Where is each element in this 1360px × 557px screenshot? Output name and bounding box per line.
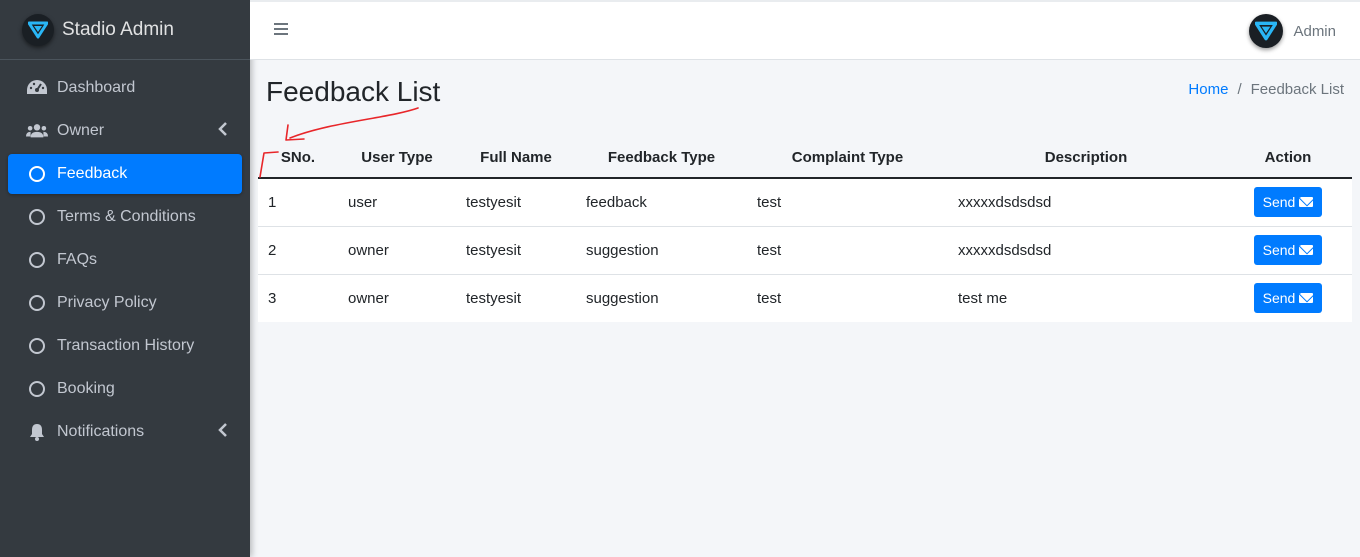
sidebar-item-notifications[interactable]: Notifications xyxy=(8,412,242,452)
breadcrumb: Home / Feedback List xyxy=(1188,81,1344,98)
send-button-label: Send xyxy=(1262,194,1296,211)
cell-sno: 3 xyxy=(258,273,338,322)
breadcrumb-current: Feedback List xyxy=(1250,81,1344,98)
send-button[interactable]: Send xyxy=(1253,283,1323,314)
circle-icon xyxy=(26,378,48,400)
cell-sno: 2 xyxy=(258,225,338,274)
cell-full-name: testyesit xyxy=(456,225,576,274)
user-name: Admin xyxy=(1293,22,1336,40)
send-button-label: Send xyxy=(1262,290,1296,307)
circle-icon xyxy=(26,163,48,185)
send-button[interactable]: Send xyxy=(1253,187,1323,218)
cell-sno: 1 xyxy=(268,193,277,211)
sidebar-item-transaction-history[interactable]: Transaction History xyxy=(8,326,242,366)
main-content: Feedback List Home / Feedback List SNo. … xyxy=(250,60,1360,557)
cell-description: xxxxxdsdsdsd xyxy=(958,193,1052,211)
sidebar-item-terms[interactable]: Terms & Conditions xyxy=(8,197,242,237)
breadcrumb-separator: / xyxy=(1237,81,1242,98)
cell-user-type: owner xyxy=(338,273,456,322)
column-header-user-type: User Type xyxy=(338,138,456,179)
page-title: Feedback List xyxy=(266,76,441,107)
breadcrumb-home-link[interactable]: Home xyxy=(1188,81,1228,98)
users-icon xyxy=(26,120,48,142)
sidebar-item-feedback[interactable]: Feedback xyxy=(8,154,242,194)
column-header-feedback-type: Feedback Type xyxy=(576,138,747,179)
sidebar-item-label: Terms & Conditions xyxy=(57,208,196,225)
cell-complaint-type: test xyxy=(747,273,948,322)
sidebar-item-label: Notifications xyxy=(57,423,145,440)
cell-user-type: owner xyxy=(338,225,456,274)
brand-name: Stadio Admin xyxy=(62,18,174,40)
sidebar-nav: Dashboard Owner Feedback Terms & Conditi… xyxy=(0,60,250,452)
cell-feedback-type: suggestion xyxy=(576,273,747,322)
user-menu[interactable]: Admin xyxy=(1249,14,1336,48)
column-header-complaint-type: Complaint Type xyxy=(747,138,948,179)
sidebar-item-label: Feedback xyxy=(57,165,128,182)
cell-description: test me xyxy=(948,273,1224,322)
sidebar-item-dashboard[interactable]: Dashboard xyxy=(8,68,242,108)
cell-action: Send xyxy=(1224,225,1352,274)
sidebar-item-label: Booking xyxy=(57,380,115,397)
envelope-icon xyxy=(1299,245,1314,255)
table-row: 3 owner testyesit suggestion test test m… xyxy=(258,273,1352,322)
menu-toggle-icon[interactable] xyxy=(274,22,288,36)
cell-description: xxxxxdsdsdsd xyxy=(948,225,1224,274)
sidebar-item-label: Privacy Policy xyxy=(57,294,157,311)
table-row: 1 user testyesit feedback test xxxxxdsds… xyxy=(258,178,1352,226)
envelope-icon xyxy=(1299,197,1314,208)
envelope-icon xyxy=(1299,293,1314,304)
cell-feedback-type: suggestion xyxy=(576,225,747,274)
cell-complaint-type: test xyxy=(747,225,948,274)
column-header-sno: SNo. xyxy=(258,138,338,179)
cell-complaint-type: test xyxy=(757,193,782,211)
cell-feedback-type: feedback xyxy=(586,193,647,211)
table-row: 2 owner testyesit suggestion test xxxxxd… xyxy=(258,225,1352,274)
sidebar-item-label: Transaction History xyxy=(57,337,195,354)
top-navbar: Admin xyxy=(250,0,1360,60)
cell-full-name: testyesit xyxy=(456,273,576,322)
stadio-logo-icon xyxy=(22,13,54,46)
cell-action: Send xyxy=(1224,178,1352,226)
column-header-description: Description xyxy=(948,138,1224,179)
circle-icon xyxy=(26,335,48,357)
sidebar-item-owner[interactable]: Owner xyxy=(8,111,242,151)
circle-icon xyxy=(26,206,48,228)
sidebar-item-label: FAQs xyxy=(57,251,98,268)
sidebar-item-label: Dashboard xyxy=(57,79,136,96)
cell-action: Send xyxy=(1224,273,1352,322)
feedback-table-container: SNo. User Type Full Name Feedback Type C… xyxy=(258,138,1352,322)
chevron-left-icon xyxy=(218,122,228,139)
feedback-table: SNo. User Type Full Name Feedback Type C… xyxy=(258,138,1352,322)
circle-icon xyxy=(26,292,48,314)
cell-full-name: testyesit xyxy=(466,193,522,211)
sidebar-item-label: Owner xyxy=(57,122,105,139)
table-header-row: SNo. User Type Full Name Feedback Type C… xyxy=(258,138,1352,179)
column-header-action: Action xyxy=(1224,138,1352,179)
chevron-left-icon xyxy=(218,423,228,440)
sidebar-item-privacy-policy[interactable]: Privacy Policy xyxy=(8,283,242,323)
tachometer-icon xyxy=(26,77,48,99)
cell-user-type: user xyxy=(348,193,378,211)
send-button[interactable]: Send xyxy=(1253,235,1323,265)
bell-icon xyxy=(26,421,48,443)
sidebar-item-faqs[interactable]: FAQs xyxy=(8,240,242,280)
circle-icon xyxy=(26,249,48,271)
avatar xyxy=(1249,14,1284,48)
send-button-label: Send xyxy=(1262,242,1296,258)
sidebar-item-booking[interactable]: Booking xyxy=(8,369,242,409)
sidebar: Stadio Admin Dashboard Owner Feedback Te… xyxy=(0,0,250,557)
brand-link[interactable]: Stadio Admin xyxy=(0,0,250,60)
column-header-full-name: Full Name xyxy=(456,138,576,179)
